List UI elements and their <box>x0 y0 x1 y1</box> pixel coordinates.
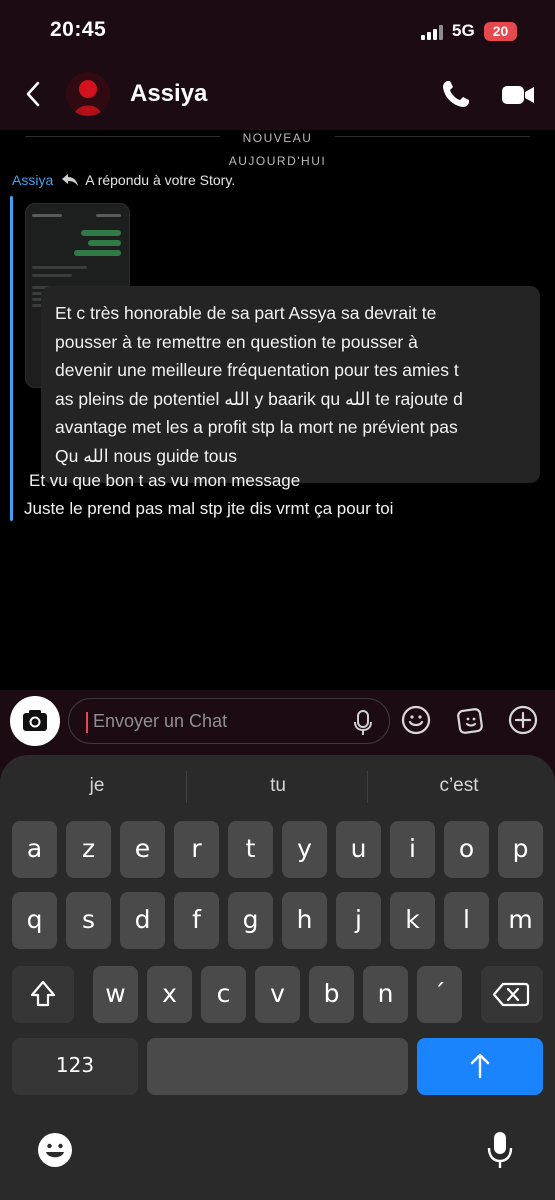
network-label: 5G <box>452 21 475 40</box>
contact-name[interactable]: Assiya <box>130 80 207 108</box>
key-n[interactable]: n <box>363 966 408 1023</box>
status-time: 20:45 <box>50 18 107 41</box>
space-bar[interactable] <box>147 1038 408 1095</box>
suggestion-3[interactable]: c’est <box>379 775 539 797</box>
new-messages-label: NOUVEAU <box>242 131 313 145</box>
key-t[interactable]: t <box>228 821 273 878</box>
key-a[interactable]: a <box>12 821 57 878</box>
caption-line: Qu الله nous guide tous <box>55 445 238 466</box>
suggestion-1[interactable]: je <box>17 775 177 797</box>
chat-input-placeholder: Envoyer un Chat <box>93 711 228 731</box>
caption-line: Et c très honorable de sa part Assya sa … <box>55 303 437 323</box>
caption-line: as pleins de potentiel الله y baarik qu … <box>55 388 463 409</box>
key-e[interactable]: e <box>120 821 165 878</box>
keyboard: je tu c’est a z e r t y u i o p q s d f … <box>0 750 555 1200</box>
camera-button[interactable] <box>10 696 60 746</box>
key-p[interactable]: p <box>498 821 543 878</box>
key-z[interactable]: z <box>66 821 111 878</box>
avatar[interactable] <box>66 72 110 116</box>
sticker-icon[interactable] <box>455 704 487 736</box>
dictation-icon[interactable] <box>486 1130 514 1170</box>
key-x[interactable]: x <box>147 966 192 1023</box>
key-h[interactable]: h <box>282 892 327 949</box>
video-camera-icon[interactable] <box>500 80 536 110</box>
shift-icon <box>30 980 56 1007</box>
key-k[interactable]: k <box>390 892 435 949</box>
key-w[interactable]: w <box>93 966 138 1023</box>
backspace-icon <box>492 982 530 1007</box>
key-d[interactable]: d <box>120 892 165 949</box>
caption-line: pousser à te remettre en question te pou… <box>55 331 418 352</box>
key-j[interactable]: j <box>336 892 381 949</box>
chat-message[interactable]: Juste le prend pas mal stp jte dis vrmt … <box>24 499 393 519</box>
microphone-icon[interactable] <box>352 709 374 737</box>
date-label: AUJOURD'HUI <box>228 154 327 168</box>
numbers-key[interactable]: 123 <box>12 1038 138 1095</box>
key-u[interactable]: u <box>336 821 381 878</box>
caption-line: avantage met les a profit stp la mort ne… <box>55 417 458 437</box>
text-caret <box>86 712 88 733</box>
key-q[interactable]: q <box>12 892 57 949</box>
suggestion-divider <box>367 771 368 803</box>
reply-text: A répondu à votre Story. <box>85 172 236 188</box>
key-v[interactable]: v <box>255 966 300 1023</box>
back-chevron-icon[interactable] <box>22 80 44 108</box>
suggestion-divider <box>186 771 187 803</box>
composer-bar: Envoyer un Chat <box>0 690 555 750</box>
key-r[interactable]: r <box>174 821 219 878</box>
status-bar: 20:45 5G 20 <box>0 0 555 60</box>
key-b[interactable]: b <box>309 966 354 1023</box>
key-o[interactable]: o <box>444 821 489 878</box>
chat-header: 20:45 5G 20 Assiya <box>0 0 555 130</box>
key-m[interactable]: m <box>498 892 543 949</box>
nav-bar: Assiya <box>0 60 555 130</box>
bitmoji-icon <box>66 72 110 116</box>
key-g[interactable]: g <box>228 892 273 949</box>
plus-icon[interactable] <box>507 704 539 736</box>
sender-bar <box>10 196 13 521</box>
battery-indicator: 20 <box>484 22 517 41</box>
caption-line: devenir une meilleure fréquentation pour… <box>55 360 459 380</box>
keyboard-panel: je tu c’est a z e r t y u i o p q s d f … <box>0 755 555 1200</box>
key-l[interactable]: l <box>444 892 489 949</box>
key-s[interactable]: s <box>66 892 111 949</box>
chat-input[interactable]: Envoyer un Chat <box>68 698 390 744</box>
emoji-keyboard-icon[interactable] <box>37 1132 73 1168</box>
key-y[interactable]: y <box>282 821 327 878</box>
camera-icon <box>23 710 47 731</box>
key-accent[interactable]: ´ <box>417 966 462 1023</box>
key-f[interactable]: f <box>174 892 219 949</box>
story-reply-header: Assiya A répondu à votre Story. <box>12 172 235 188</box>
suggestion-2[interactable]: tu <box>198 775 358 797</box>
arrow-up-icon <box>470 1053 490 1079</box>
key-i[interactable]: i <box>390 821 435 878</box>
shift-key[interactable] <box>12 966 74 1023</box>
chat-area[interactable]: NOUVEAU AUJOURD'HUI Assiya A répondu à v… <box>0 130 555 690</box>
emoji-icon[interactable] <box>400 704 432 736</box>
reply-sender[interactable]: Assiya <box>12 172 53 188</box>
delete-key[interactable] <box>481 966 543 1023</box>
return-key[interactable] <box>417 1038 543 1095</box>
key-c[interactable]: c <box>201 966 246 1023</box>
signal-icon <box>421 24 445 40</box>
story-caption: Et c très honorable de sa part Assya sa … <box>41 286 540 483</box>
chat-message[interactable]: Et vu que bon t as vu mon message <box>29 471 300 491</box>
reply-arrow-icon <box>62 174 79 186</box>
phone-icon[interactable] <box>440 78 472 110</box>
